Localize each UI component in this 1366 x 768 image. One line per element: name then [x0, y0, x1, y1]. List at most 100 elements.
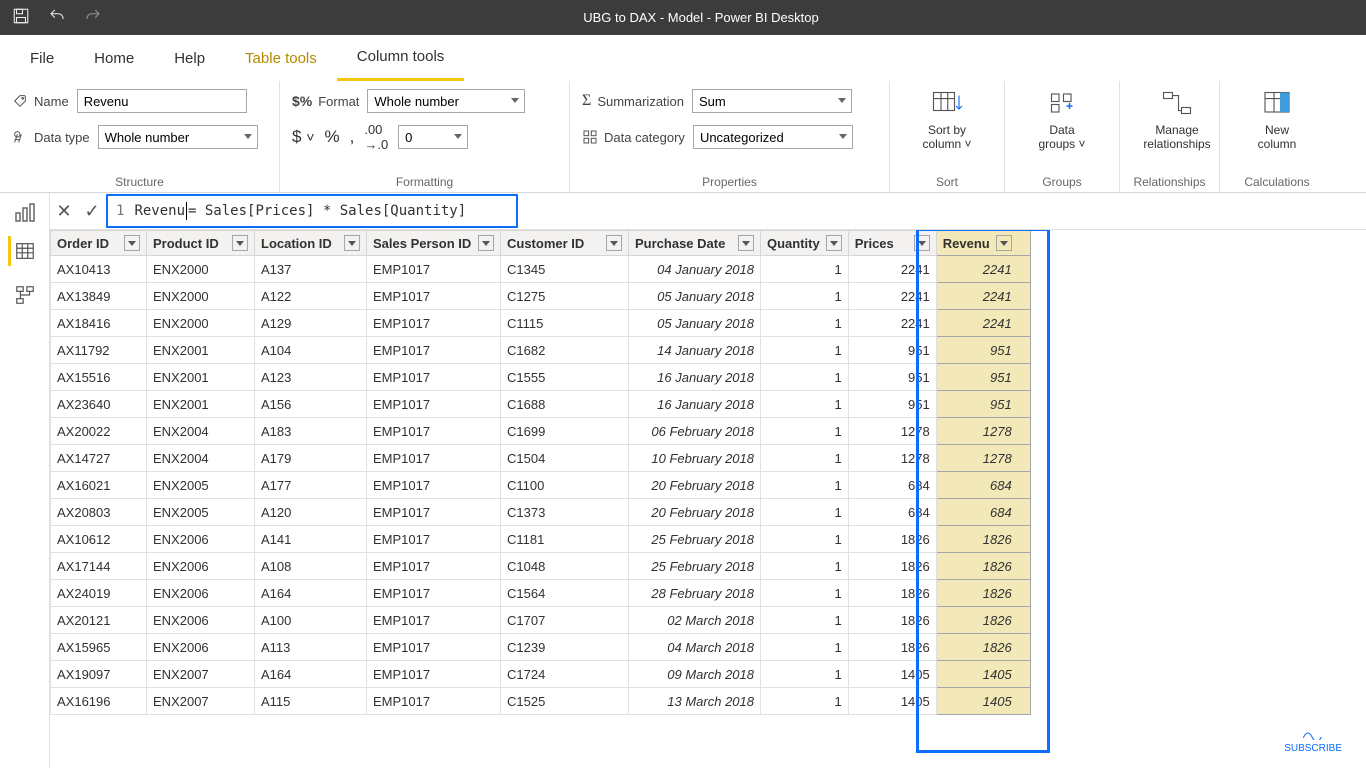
- table-cell[interactable]: 1: [761, 364, 849, 391]
- data-category-select[interactable]: [693, 125, 853, 149]
- table-cell[interactable]: A164: [255, 661, 367, 688]
- table-cell[interactable]: AX20022: [51, 418, 147, 445]
- table-cell[interactable]: 2241: [848, 283, 936, 310]
- table-row[interactable]: AX17144ENX2006A108EMP1017C104825 Februar…: [51, 553, 1031, 580]
- report-view-icon[interactable]: [0, 193, 50, 230]
- model-view-icon[interactable]: [10, 280, 40, 310]
- decimal-button[interactable]: .00→.0: [364, 122, 388, 152]
- table-cell[interactable]: EMP1017: [367, 418, 501, 445]
- table-cell[interactable]: AX16196: [51, 688, 147, 715]
- table-cell[interactable]: ENX2001: [147, 391, 255, 418]
- table-cell[interactable]: 1278: [848, 445, 936, 472]
- table-cell[interactable]: AX11792: [51, 337, 147, 364]
- table-cell[interactable]: 1826: [848, 580, 936, 607]
- table-cell[interactable]: C1275: [501, 283, 629, 310]
- comma-button[interactable]: ,: [350, 127, 355, 147]
- column-header[interactable]: Order ID: [51, 231, 147, 256]
- table-cell[interactable]: AX18416: [51, 310, 147, 337]
- table-cell[interactable]: AX13849: [51, 283, 147, 310]
- table-row[interactable]: AX24019ENX2006A164EMP1017C156428 Februar…: [51, 580, 1031, 607]
- table-row[interactable]: AX16021ENX2005A177EMP1017C110020 Februar…: [51, 472, 1031, 499]
- table-cell[interactable]: A104: [255, 337, 367, 364]
- table-cell[interactable]: ENX2001: [147, 364, 255, 391]
- table-cell[interactable]: EMP1017: [367, 526, 501, 553]
- table-cell[interactable]: 951: [848, 337, 936, 364]
- table-cell[interactable]: 951: [936, 337, 1030, 364]
- table-cell[interactable]: ENX2005: [147, 499, 255, 526]
- cancel-formula-button[interactable]: ✕: [50, 193, 78, 230]
- table-cell[interactable]: ENX2006: [147, 580, 255, 607]
- table-cell[interactable]: 20 February 2018: [629, 472, 761, 499]
- table-cell[interactable]: ENX2006: [147, 607, 255, 634]
- table-cell[interactable]: A141: [255, 526, 367, 553]
- table-cell[interactable]: C1707: [501, 607, 629, 634]
- table-cell[interactable]: 2241: [936, 256, 1030, 283]
- table-cell[interactable]: 1: [761, 526, 849, 553]
- table-cell[interactable]: 16 January 2018: [629, 364, 761, 391]
- table-cell[interactable]: 1: [761, 418, 849, 445]
- table-cell[interactable]: C1504: [501, 445, 629, 472]
- table-cell[interactable]: AX10612: [51, 526, 147, 553]
- table-cell[interactable]: 1: [761, 310, 849, 337]
- table-cell[interactable]: C1239: [501, 634, 629, 661]
- table-cell[interactable]: C1373: [501, 499, 629, 526]
- column-header[interactable]: Revenu: [936, 231, 1030, 256]
- table-row[interactable]: AX19097ENX2007A164EMP1017C172409 March 2…: [51, 661, 1031, 688]
- table-cell[interactable]: 05 January 2018: [629, 310, 761, 337]
- table-cell[interactable]: EMP1017: [367, 472, 501, 499]
- table-cell[interactable]: 684: [848, 499, 936, 526]
- table-cell[interactable]: AX20121: [51, 607, 147, 634]
- table-cell[interactable]: 1405: [936, 688, 1030, 715]
- table-cell[interactable]: 09 March 2018: [629, 661, 761, 688]
- filter-icon[interactable]: [478, 235, 494, 251]
- manage-relationships-button[interactable]: Manage relationships: [1132, 87, 1222, 152]
- filter-icon[interactable]: [996, 235, 1012, 251]
- table-cell[interactable]: 28 February 2018: [629, 580, 761, 607]
- tab-column-tools[interactable]: Column tools: [337, 35, 465, 81]
- table-cell[interactable]: 02 March 2018: [629, 607, 761, 634]
- table-cell[interactable]: 1: [761, 688, 849, 715]
- data-grid[interactable]: Order IDProduct IDLocation IDSales Perso…: [50, 230, 1366, 768]
- table-cell[interactable]: 1826: [936, 634, 1030, 661]
- table-cell[interactable]: A129: [255, 310, 367, 337]
- table-cell[interactable]: A137: [255, 256, 367, 283]
- table-cell[interactable]: EMP1017: [367, 337, 501, 364]
- table-cell[interactable]: EMP1017: [367, 688, 501, 715]
- table-cell[interactable]: ENX2000: [147, 283, 255, 310]
- table-row[interactable]: AX13849ENX2000A122EMP1017C127505 January…: [51, 283, 1031, 310]
- table-cell[interactable]: 951: [936, 391, 1030, 418]
- table-cell[interactable]: AX15516: [51, 364, 147, 391]
- table-cell[interactable]: AX20803: [51, 499, 147, 526]
- column-header[interactable]: Product ID: [147, 231, 255, 256]
- table-cell[interactable]: EMP1017: [367, 445, 501, 472]
- table-cell[interactable]: 1278: [936, 445, 1030, 472]
- table-cell[interactable]: ENX2001: [147, 337, 255, 364]
- table-cell[interactable]: 1826: [936, 580, 1030, 607]
- column-header[interactable]: Prices: [848, 231, 936, 256]
- table-cell[interactable]: 05 January 2018: [629, 283, 761, 310]
- table-cell[interactable]: 1: [761, 472, 849, 499]
- table-row[interactable]: AX10612ENX2006A141EMP1017C118125 Februar…: [51, 526, 1031, 553]
- table-cell[interactable]: 1405: [848, 688, 936, 715]
- sort-by-column-button[interactable]: Sort by column ˅: [902, 87, 992, 152]
- name-input[interactable]: [77, 89, 247, 113]
- table-cell[interactable]: A100: [255, 607, 367, 634]
- column-header[interactable]: Location ID: [255, 231, 367, 256]
- table-cell[interactable]: AX23640: [51, 391, 147, 418]
- table-cell[interactable]: 1: [761, 580, 849, 607]
- table-cell[interactable]: 1278: [848, 418, 936, 445]
- filter-icon[interactable]: [914, 235, 930, 251]
- table-cell[interactable]: 2241: [936, 310, 1030, 337]
- table-cell[interactable]: AX19097: [51, 661, 147, 688]
- table-cell[interactable]: EMP1017: [367, 364, 501, 391]
- table-cell[interactable]: A115: [255, 688, 367, 715]
- table-cell[interactable]: AX24019: [51, 580, 147, 607]
- data-groups-button[interactable]: Data groups ˅: [1017, 87, 1107, 152]
- table-cell[interactable]: AX17144: [51, 553, 147, 580]
- table-cell[interactable]: A120: [255, 499, 367, 526]
- commit-formula-button[interactable]: ✓: [78, 193, 106, 230]
- table-cell[interactable]: 1: [761, 634, 849, 661]
- table-cell[interactable]: C1115: [501, 310, 629, 337]
- table-cell[interactable]: 684: [936, 472, 1030, 499]
- table-cell[interactable]: AX15965: [51, 634, 147, 661]
